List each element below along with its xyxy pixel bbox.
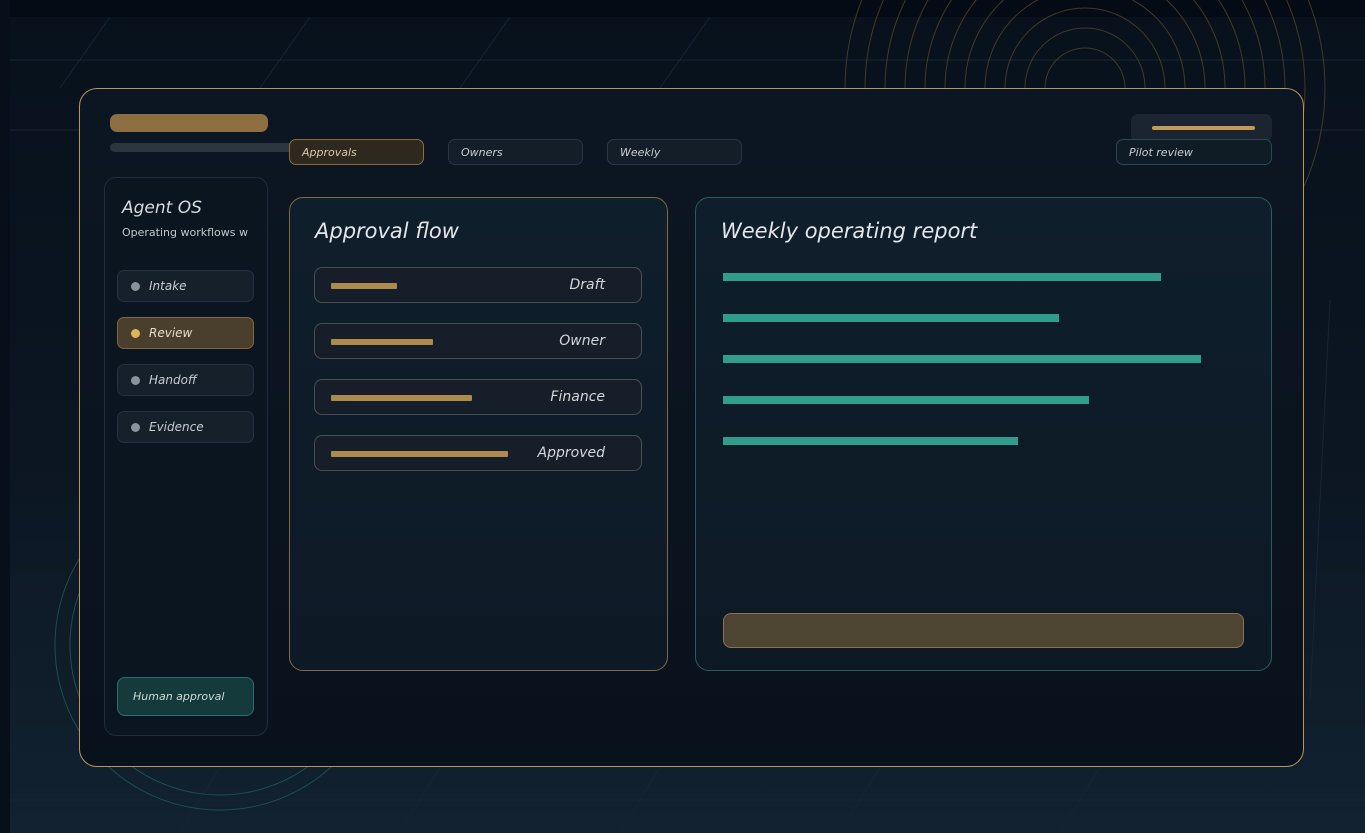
- tab-weekly[interactable]: Weekly: [607, 139, 742, 165]
- weekly-report-card: [695, 197, 1272, 671]
- report-action-button[interactable]: [723, 613, 1244, 648]
- approval-step-draft[interactable]: Draft: [314, 267, 642, 303]
- approval-flow-title: Approval flow: [315, 219, 459, 243]
- step-label: Owner: [559, 333, 605, 349]
- sidebar-item-intake[interactable]: Intake: [117, 270, 254, 302]
- sidebar-item-label: Handoff: [149, 373, 197, 387]
- step-progress-bar: [331, 395, 472, 401]
- approval-step-finance[interactable]: Finance: [314, 379, 642, 415]
- tab-approvals[interactable]: Approvals: [289, 139, 424, 165]
- status-dot-icon: [131, 281, 140, 291]
- step-label: Approved: [537, 445, 605, 461]
- report-bar: [723, 396, 1089, 404]
- step-label: Finance: [550, 389, 605, 405]
- brand-logo-bar: [110, 114, 268, 132]
- status-pill-indicator: [1152, 126, 1255, 130]
- status-dot-icon: [131, 375, 140, 385]
- step-progress-bar: [331, 451, 508, 457]
- app-subtitle: Operating workflows wi: [122, 226, 248, 239]
- pilot-review-button[interactable]: Pilot review: [1116, 139, 1272, 165]
- human-approval-button[interactable]: Human approval: [117, 677, 254, 716]
- report-bar: [723, 437, 1018, 445]
- approval-step-owner[interactable]: Owner: [314, 323, 642, 359]
- sidebar-item-label: Intake: [149, 279, 187, 293]
- sidebar-item-handoff[interactable]: Handoff: [117, 364, 254, 396]
- app-name: Agent OS: [122, 198, 202, 218]
- status-dot-icon: [131, 328, 140, 338]
- report-bar: [723, 273, 1161, 281]
- step-progress-bar: [331, 283, 397, 289]
- tab-owners[interactable]: Owners: [448, 139, 583, 165]
- brand-progress-track: [110, 143, 300, 152]
- step-label: Draft: [569, 277, 605, 293]
- weekly-report-title: Weekly operating report: [721, 219, 978, 243]
- sidebar: [104, 177, 268, 736]
- sidebar-item-label: Evidence: [149, 420, 204, 434]
- report-bar: [723, 355, 1201, 363]
- sidebar-item-evidence[interactable]: Evidence: [117, 411, 254, 443]
- sidebar-item-review[interactable]: Review: [117, 317, 254, 349]
- report-bar: [723, 314, 1059, 322]
- sidebar-item-label: Review: [149, 326, 193, 340]
- status-pill: [1131, 114, 1272, 142]
- status-dot-icon: [131, 422, 140, 432]
- approval-step-approved[interactable]: Approved: [314, 435, 642, 471]
- step-progress-bar: [331, 339, 433, 345]
